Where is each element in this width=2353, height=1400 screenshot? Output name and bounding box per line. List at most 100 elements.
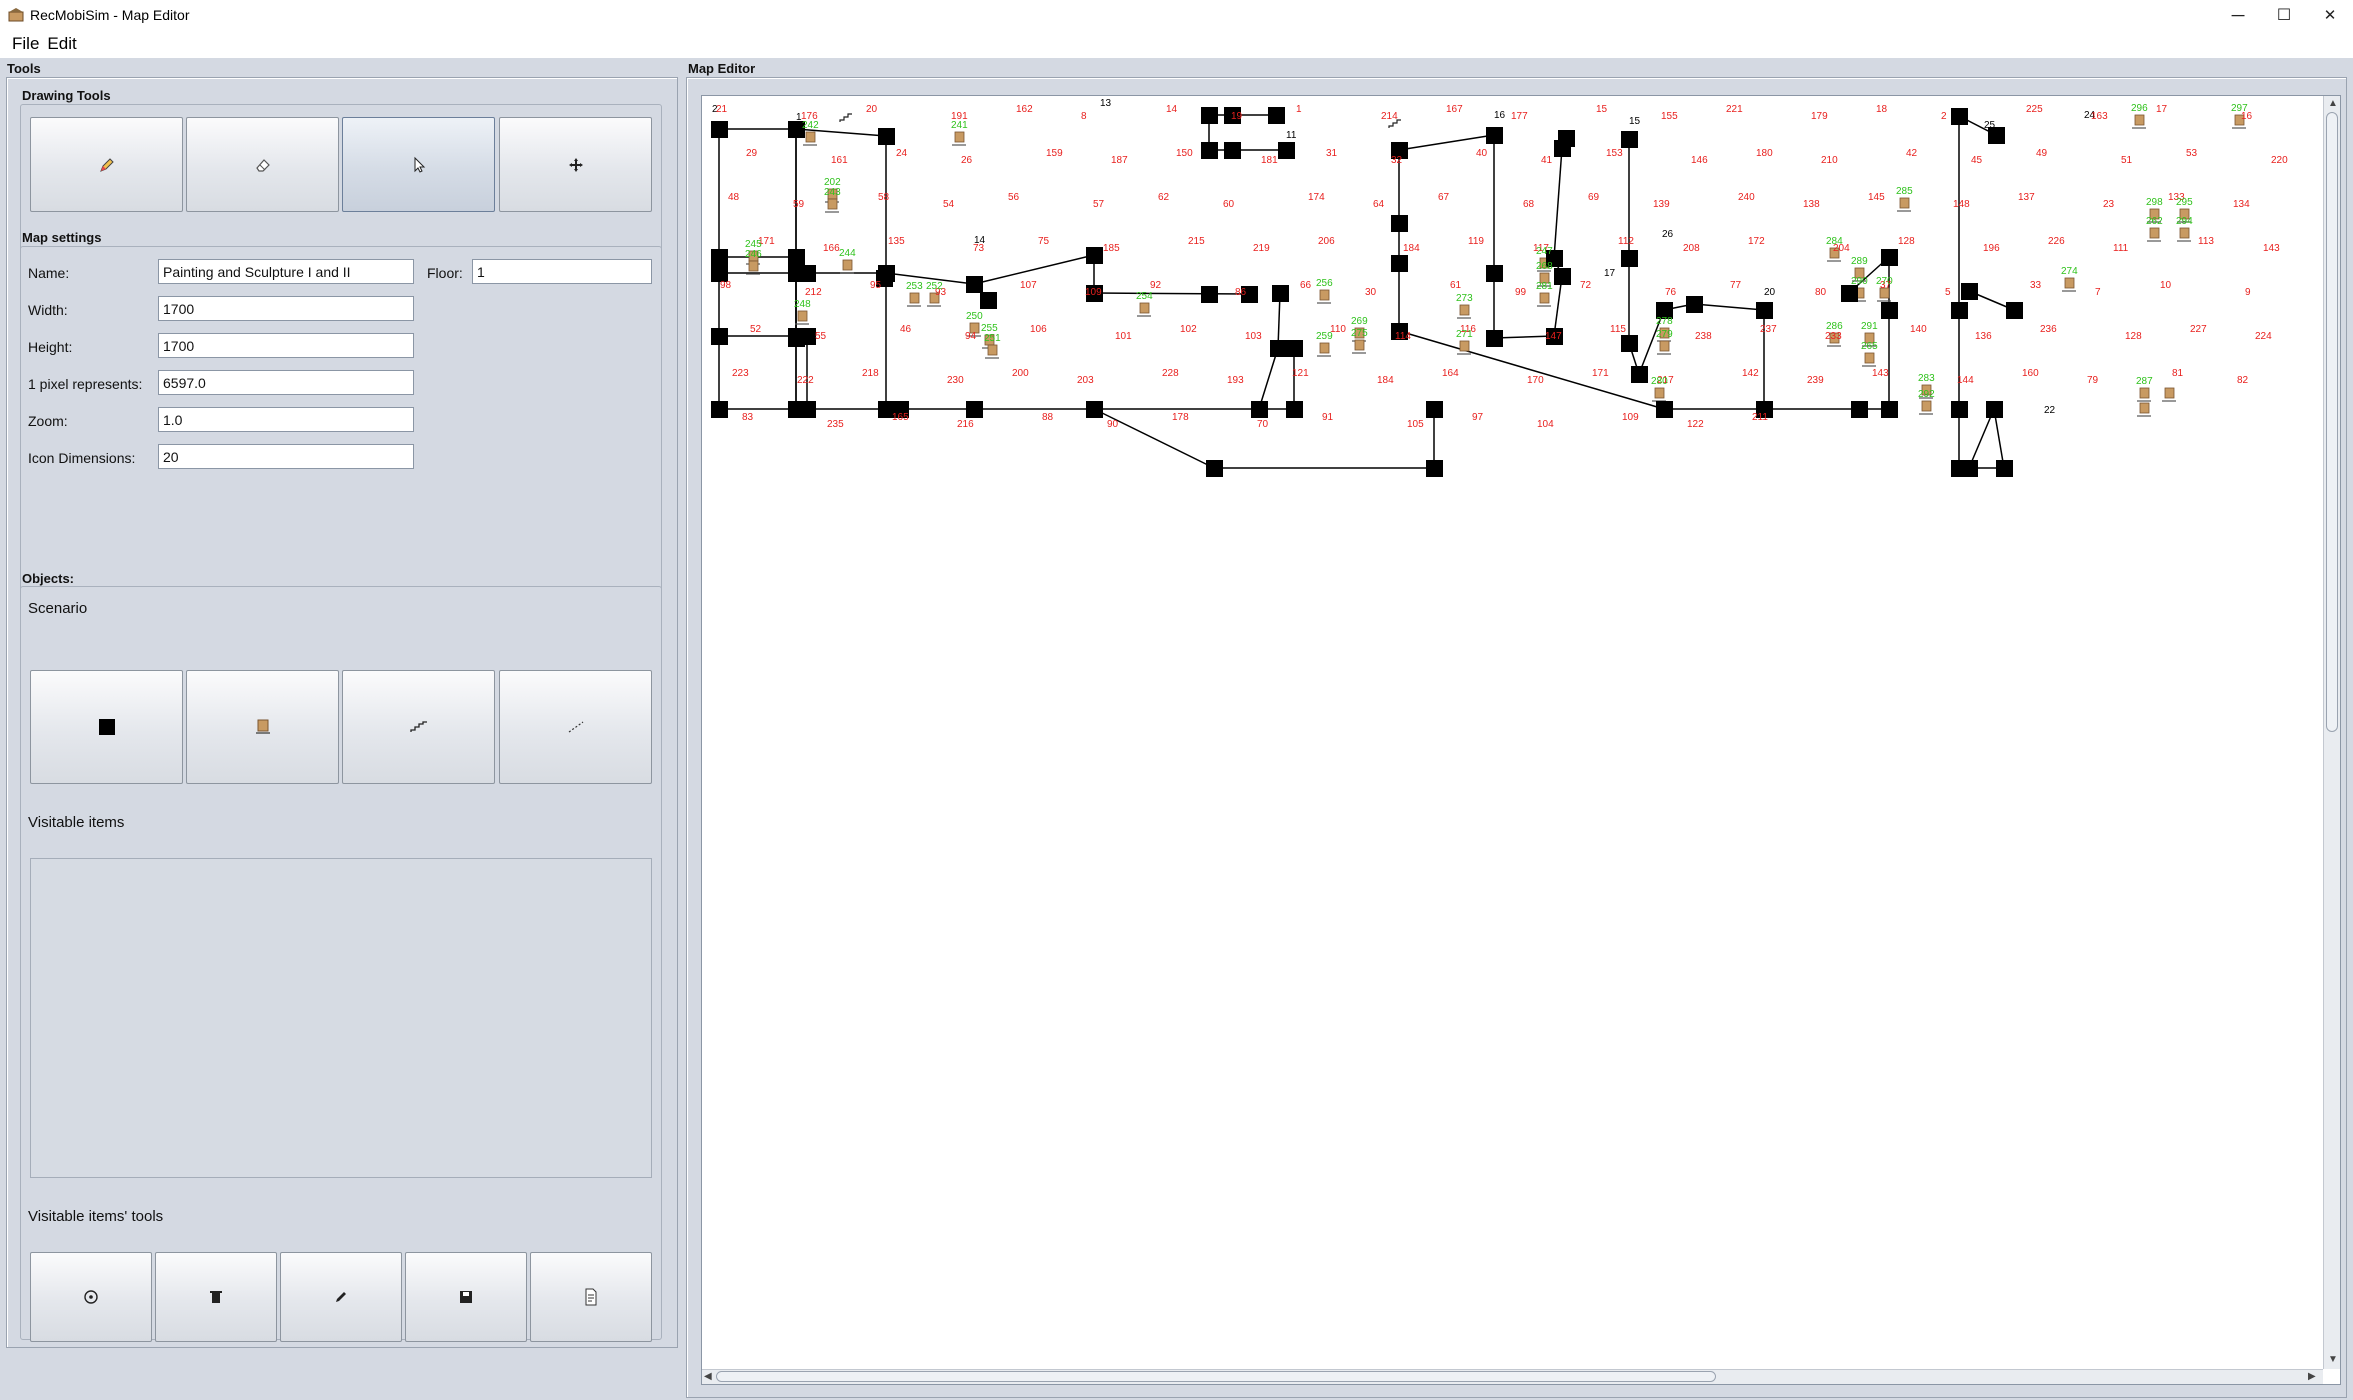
width-field[interactable] — [158, 296, 414, 321]
stairs-icon[interactable] — [839, 113, 852, 122]
maximize-button[interactable]: ☐ — [2258, 0, 2310, 30]
horizontal-scrollbar[interactable]: ◀ ▶ — [702, 1369, 2323, 1384]
menu-edit[interactable]: Edit — [45, 34, 82, 54]
map-node[interactable] — [966, 401, 983, 418]
map-node[interactable] — [1272, 285, 1289, 302]
map-node[interactable] — [1426, 460, 1443, 477]
map-node[interactable] — [1391, 255, 1408, 272]
artwork-pedestal[interactable] — [842, 259, 853, 271]
save-item-button[interactable] — [405, 1252, 527, 1342]
vertical-scroll-thumb[interactable] — [2326, 112, 2338, 732]
artwork-pedestal[interactable] — [1139, 302, 1150, 314]
artwork-pedestal[interactable] — [797, 310, 808, 322]
map-node[interactable] — [1486, 127, 1503, 144]
map-link[interactable] — [1553, 147, 1563, 259]
delete-item-button[interactable] — [155, 1252, 277, 1342]
close-button[interactable]: ✕ — [2304, 0, 2353, 30]
map-node[interactable] — [1268, 107, 1285, 124]
map-node[interactable] — [1851, 401, 1868, 418]
map-node[interactable] — [1201, 286, 1218, 303]
vertical-scrollbar[interactable]: ▲ ▼ — [2323, 96, 2340, 1369]
map-node[interactable] — [1961, 283, 1978, 300]
horizontal-scroll-thumb[interactable] — [716, 1371, 1716, 1382]
pointer-tool-button[interactable] — [342, 117, 495, 212]
map-node[interactable] — [1206, 460, 1223, 477]
map-node[interactable] — [1621, 250, 1638, 267]
artwork-pedestal[interactable] — [1459, 340, 1470, 352]
map-node[interactable] — [1951, 302, 1968, 319]
artwork-pedestal[interactable] — [1864, 352, 1875, 364]
artwork-pedestal[interactable] — [827, 198, 838, 210]
map-node[interactable] — [1996, 460, 2013, 477]
map-node[interactable] — [788, 249, 805, 266]
map-node[interactable] — [1251, 401, 1268, 418]
artwork-pedestal[interactable] — [2134, 114, 2145, 126]
add-item-button[interactable] — [30, 1252, 152, 1342]
artwork-pedestal[interactable] — [1354, 339, 1365, 351]
artwork-pedestal[interactable] — [2064, 277, 2075, 289]
artwork-pedestal[interactable] — [1659, 340, 1670, 352]
artwork-pedestal[interactable] — [987, 344, 998, 356]
zoom-field[interactable] — [158, 407, 414, 432]
pencil-tool-button[interactable] — [30, 117, 183, 212]
map-node[interactable] — [1286, 401, 1303, 418]
map-link[interactable] — [1093, 292, 1250, 295]
name-field[interactable] — [158, 259, 414, 284]
height-field[interactable] — [158, 333, 414, 358]
artwork-pedestal[interactable] — [1921, 400, 1932, 412]
map-node[interactable] — [1951, 108, 1968, 125]
node-object-button[interactable] — [30, 670, 183, 784]
map-node[interactable] — [1951, 401, 1968, 418]
floor-field[interactable] — [472, 259, 652, 284]
scroll-right-icon[interactable]: ▶ — [2308, 1371, 2316, 1382]
map-node[interactable] — [788, 330, 805, 347]
map-node[interactable] — [1558, 130, 1575, 147]
map-node[interactable] — [1391, 215, 1408, 232]
artwork-pedestal[interactable] — [2139, 387, 2150, 399]
map-node[interactable] — [1881, 302, 1898, 319]
map-node[interactable] — [799, 401, 816, 418]
menu-file[interactable]: File — [0, 34, 45, 54]
map-node[interactable] — [1631, 366, 1648, 383]
map-node[interactable] — [1201, 107, 1218, 124]
map-node[interactable] — [1224, 142, 1241, 159]
map-node[interactable] — [1621, 335, 1638, 352]
map-node[interactable] — [2006, 302, 2023, 319]
map-node[interactable] — [1278, 142, 1295, 159]
map-node[interactable] — [711, 401, 728, 418]
stairs-object-button[interactable] — [342, 670, 495, 784]
map-node[interactable] — [1270, 340, 1287, 357]
map-node[interactable] — [1881, 401, 1898, 418]
artwork-pedestal[interactable] — [909, 292, 920, 304]
artwork-pedestal[interactable] — [1459, 304, 1470, 316]
scroll-down-icon[interactable]: ▼ — [2328, 1354, 2338, 1365]
link-object-button[interactable] — [499, 670, 652, 784]
map-node[interactable] — [1986, 401, 2003, 418]
minimize-button[interactable]: ─ — [2212, 0, 2264, 30]
document-item-button[interactable] — [530, 1252, 652, 1342]
map-node[interactable] — [799, 265, 816, 282]
map-link[interactable] — [1093, 408, 1215, 469]
artwork-pedestal[interactable] — [1319, 289, 1330, 301]
move-tool-button[interactable] — [499, 117, 652, 212]
map-node[interactable] — [1881, 249, 1898, 266]
pixel-scale-field[interactable] — [158, 370, 414, 395]
artwork-pedestal[interactable] — [1899, 197, 1910, 209]
artwork-object-button[interactable] — [186, 670, 339, 784]
map-link[interactable] — [1258, 347, 1279, 410]
map-node[interactable] — [1554, 268, 1571, 285]
edit-item-button[interactable] — [280, 1252, 402, 1342]
map-node[interactable] — [1841, 285, 1858, 302]
map-node[interactable] — [1201, 142, 1218, 159]
scroll-left-icon[interactable]: ◀ — [704, 1371, 712, 1382]
map-node[interactable] — [878, 128, 895, 145]
map-node[interactable] — [1951, 460, 1968, 477]
artwork-pedestal[interactable] — [2179, 227, 2190, 239]
map-node[interactable] — [966, 276, 983, 293]
map-node[interactable] — [1426, 401, 1443, 418]
artwork-pedestal[interactable] — [1539, 292, 1550, 304]
icon-dimensions-field[interactable] — [158, 444, 414, 469]
map-node[interactable] — [1486, 265, 1503, 282]
map-link[interactable] — [1693, 303, 1765, 311]
artwork-pedestal[interactable] — [954, 131, 965, 143]
